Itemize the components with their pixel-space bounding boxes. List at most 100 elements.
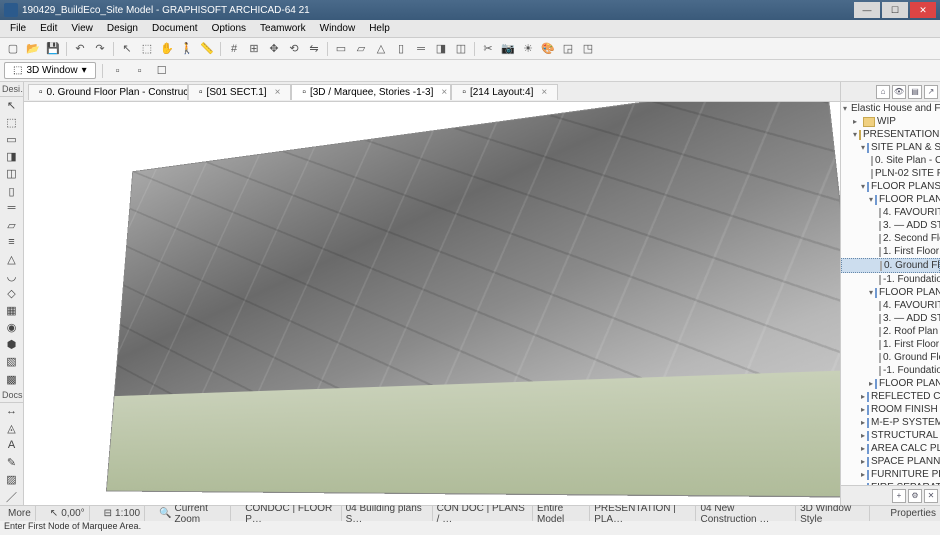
open-icon[interactable]: 📂: [24, 40, 42, 58]
view-mode-button[interactable]: ⬚ 3D Window ▾: [4, 62, 96, 79]
fold-icon[interactable]: ▸: [861, 470, 865, 479]
fold-icon[interactable]: ▸: [853, 117, 861, 126]
object-tool-icon[interactable]: ⬢: [2, 336, 22, 353]
save-icon[interactable]: 💾: [44, 40, 62, 58]
dotted-cube-icon[interactable]: ◳: [579, 40, 597, 58]
new-icon[interactable]: ▢: [4, 40, 22, 58]
tree-node[interactable]: 0. Site Plan - Constru…: [841, 154, 940, 167]
tree-node[interactable]: ▸ROOM FINISH PLANS: [841, 403, 940, 416]
fold-icon[interactable]: ▸: [861, 431, 865, 440]
tree-node[interactable]: 4. FAVOURITES: [841, 299, 940, 312]
text-tool-icon[interactable]: A: [2, 437, 22, 454]
fold-icon[interactable]: ▸: [861, 405, 865, 414]
roof-icon[interactable]: △: [372, 40, 390, 58]
minimize-button[interactable]: —: [854, 2, 880, 18]
tree-node[interactable]: ▾FLOOR PLANS 1:150 …: [841, 193, 940, 206]
menu-document[interactable]: Document: [146, 21, 204, 36]
fold-icon[interactable]: ▾: [861, 182, 865, 191]
fold-icon[interactable]: ▸: [861, 418, 865, 427]
opt2-icon[interactable]: ▫: [131, 62, 149, 80]
menu-options[interactable]: Options: [206, 21, 252, 36]
shell-tool-icon[interactable]: ◡: [2, 268, 22, 285]
fold-icon[interactable]: ▸: [861, 392, 865, 401]
arrow-icon[interactable]: ↖: [118, 40, 136, 58]
tree-node[interactable]: 2. Second Floor Pl…: [841, 232, 940, 245]
marquee-tool-icon[interactable]: ⬚: [2, 114, 22, 131]
status-segment[interactable]: 04 Building plans S…: [342, 506, 433, 521]
nav-settings-icon[interactable]: ⚙: [908, 489, 922, 503]
tree-node[interactable]: ▸FURNITURE PLAN: [841, 468, 940, 481]
level-tool-icon[interactable]: ◬: [2, 420, 22, 437]
tree-node[interactable]: ▸M-E-P SYSTEMS PLANS…: [841, 416, 940, 429]
dim-tool-icon[interactable]: ↔: [2, 403, 22, 420]
opt3-icon[interactable]: ☐: [153, 62, 171, 80]
cube-icon[interactable]: ◲: [559, 40, 577, 58]
mirror-icon[interactable]: ⇋: [305, 40, 323, 58]
view-tab[interactable]: ▫[S01 SECT.1]×: [188, 84, 291, 100]
tree-node[interactable]: 4. FAVOURITES: [841, 206, 940, 219]
tree-node[interactable]: ▸WIP: [841, 115, 940, 128]
label-tool-icon[interactable]: ✎: [2, 454, 22, 471]
status-segment[interactable]: 04 New Construction …: [696, 506, 796, 521]
tree-node[interactable]: ▸REFLECTED CEILING /…: [841, 390, 940, 403]
zone-tool-icon[interactable]: ▧: [2, 353, 22, 370]
menu-view[interactable]: View: [65, 21, 99, 36]
window-tool-icon[interactable]: ◫: [2, 165, 22, 182]
door-icon[interactable]: ◨: [432, 40, 450, 58]
person-icon[interactable]: ✋: [158, 40, 176, 58]
undo-icon[interactable]: ↶: [71, 40, 89, 58]
column-tool-icon[interactable]: ▯: [2, 182, 22, 199]
fold-icon[interactable]: ▾: [869, 195, 873, 204]
tree-node[interactable]: 1. First Floor Plan - …: [841, 338, 940, 351]
navigator-tree[interactable]: ▾Elastic House and Flat▸WIP▾PRESENTATION…: [841, 102, 940, 485]
tree-node[interactable]: ▾FLOOR PLANS 1:200 (…: [841, 286, 940, 299]
tree-node[interactable]: ▾FLOOR PLANS - CONST…: [841, 180, 940, 193]
slab-icon[interactable]: ▱: [352, 40, 370, 58]
move-icon[interactable]: ✥: [265, 40, 283, 58]
measure-icon[interactable]: 📏: [198, 40, 216, 58]
fold-icon[interactable]: ▸: [861, 444, 865, 453]
mesh-tool-icon[interactable]: ▩: [2, 371, 22, 388]
sun-icon[interactable]: ☀: [519, 40, 537, 58]
view-tab[interactable]: ▫[3D / Marquee, Stories -1-3]×: [291, 84, 451, 100]
props-toggle[interactable]: Properties: [890, 508, 936, 519]
3d-canvas[interactable]: [24, 102, 840, 505]
snap-icon[interactable]: ⊞: [245, 40, 263, 58]
tree-node[interactable]: PLN-02 SITE PLAN (WI…: [841, 167, 940, 180]
tree-node[interactable]: ▸AREA CALC PLANS - C…: [841, 442, 940, 455]
marquee-icon[interactable]: ⬚: [138, 40, 156, 58]
tab-close-icon[interactable]: ×: [441, 87, 447, 98]
nav-new-icon[interactable]: +: [892, 489, 906, 503]
fold-icon[interactable]: ▾: [869, 288, 873, 297]
fold-icon[interactable]: ▸: [869, 379, 873, 388]
window-icon[interactable]: ◫: [452, 40, 470, 58]
tree-node[interactable]: ▸FLOOR PLANS 1:20 (P…: [841, 377, 940, 390]
render-icon[interactable]: 🎨: [539, 40, 557, 58]
status-segment[interactable]: Entire Model: [533, 506, 590, 521]
tree-node[interactable]: ▾SITE PLAN & SITE INFO: [841, 141, 940, 154]
menu-design[interactable]: Design: [101, 21, 144, 36]
tree-root[interactable]: ▾Elastic House and Flat: [841, 102, 940, 115]
status-segment[interactable]: PRESENTATION | PLA…: [590, 506, 696, 521]
menu-file[interactable]: File: [4, 21, 32, 36]
curtain-tool-icon[interactable]: ▦: [2, 302, 22, 319]
fold-icon[interactable]: ▾: [861, 143, 865, 152]
morph-tool-icon[interactable]: ◉: [2, 319, 22, 336]
tree-node[interactable]: 0. Ground Floor Pl…: [841, 258, 940, 273]
fill-tool-icon[interactable]: ▨: [2, 471, 22, 488]
slab-tool-icon[interactable]: ▱: [2, 217, 22, 234]
tree-node[interactable]: -1. Foundation Plan…: [841, 273, 940, 286]
tree-node[interactable]: 3. — ADD STORIES …: [841, 312, 940, 325]
menu-teamwork[interactable]: Teamwork: [254, 21, 312, 36]
menu-edit[interactable]: Edit: [34, 21, 63, 36]
opt1-icon[interactable]: ▫: [109, 62, 127, 80]
status-segment[interactable]: 3D Window Style: [796, 506, 870, 521]
redo-icon[interactable]: ↷: [91, 40, 109, 58]
menu-help[interactable]: Help: [363, 21, 396, 36]
nav-publisher-icon[interactable]: ↗: [924, 85, 938, 99]
wall-icon[interactable]: ▭: [332, 40, 350, 58]
nav-view-icon[interactable]: 👁: [892, 85, 906, 99]
tree-node[interactable]: ▾PRESENTATION: [841, 128, 940, 141]
tree-node[interactable]: 1. First Floor Plan - …: [841, 245, 940, 258]
beam-icon[interactable]: ═: [412, 40, 430, 58]
